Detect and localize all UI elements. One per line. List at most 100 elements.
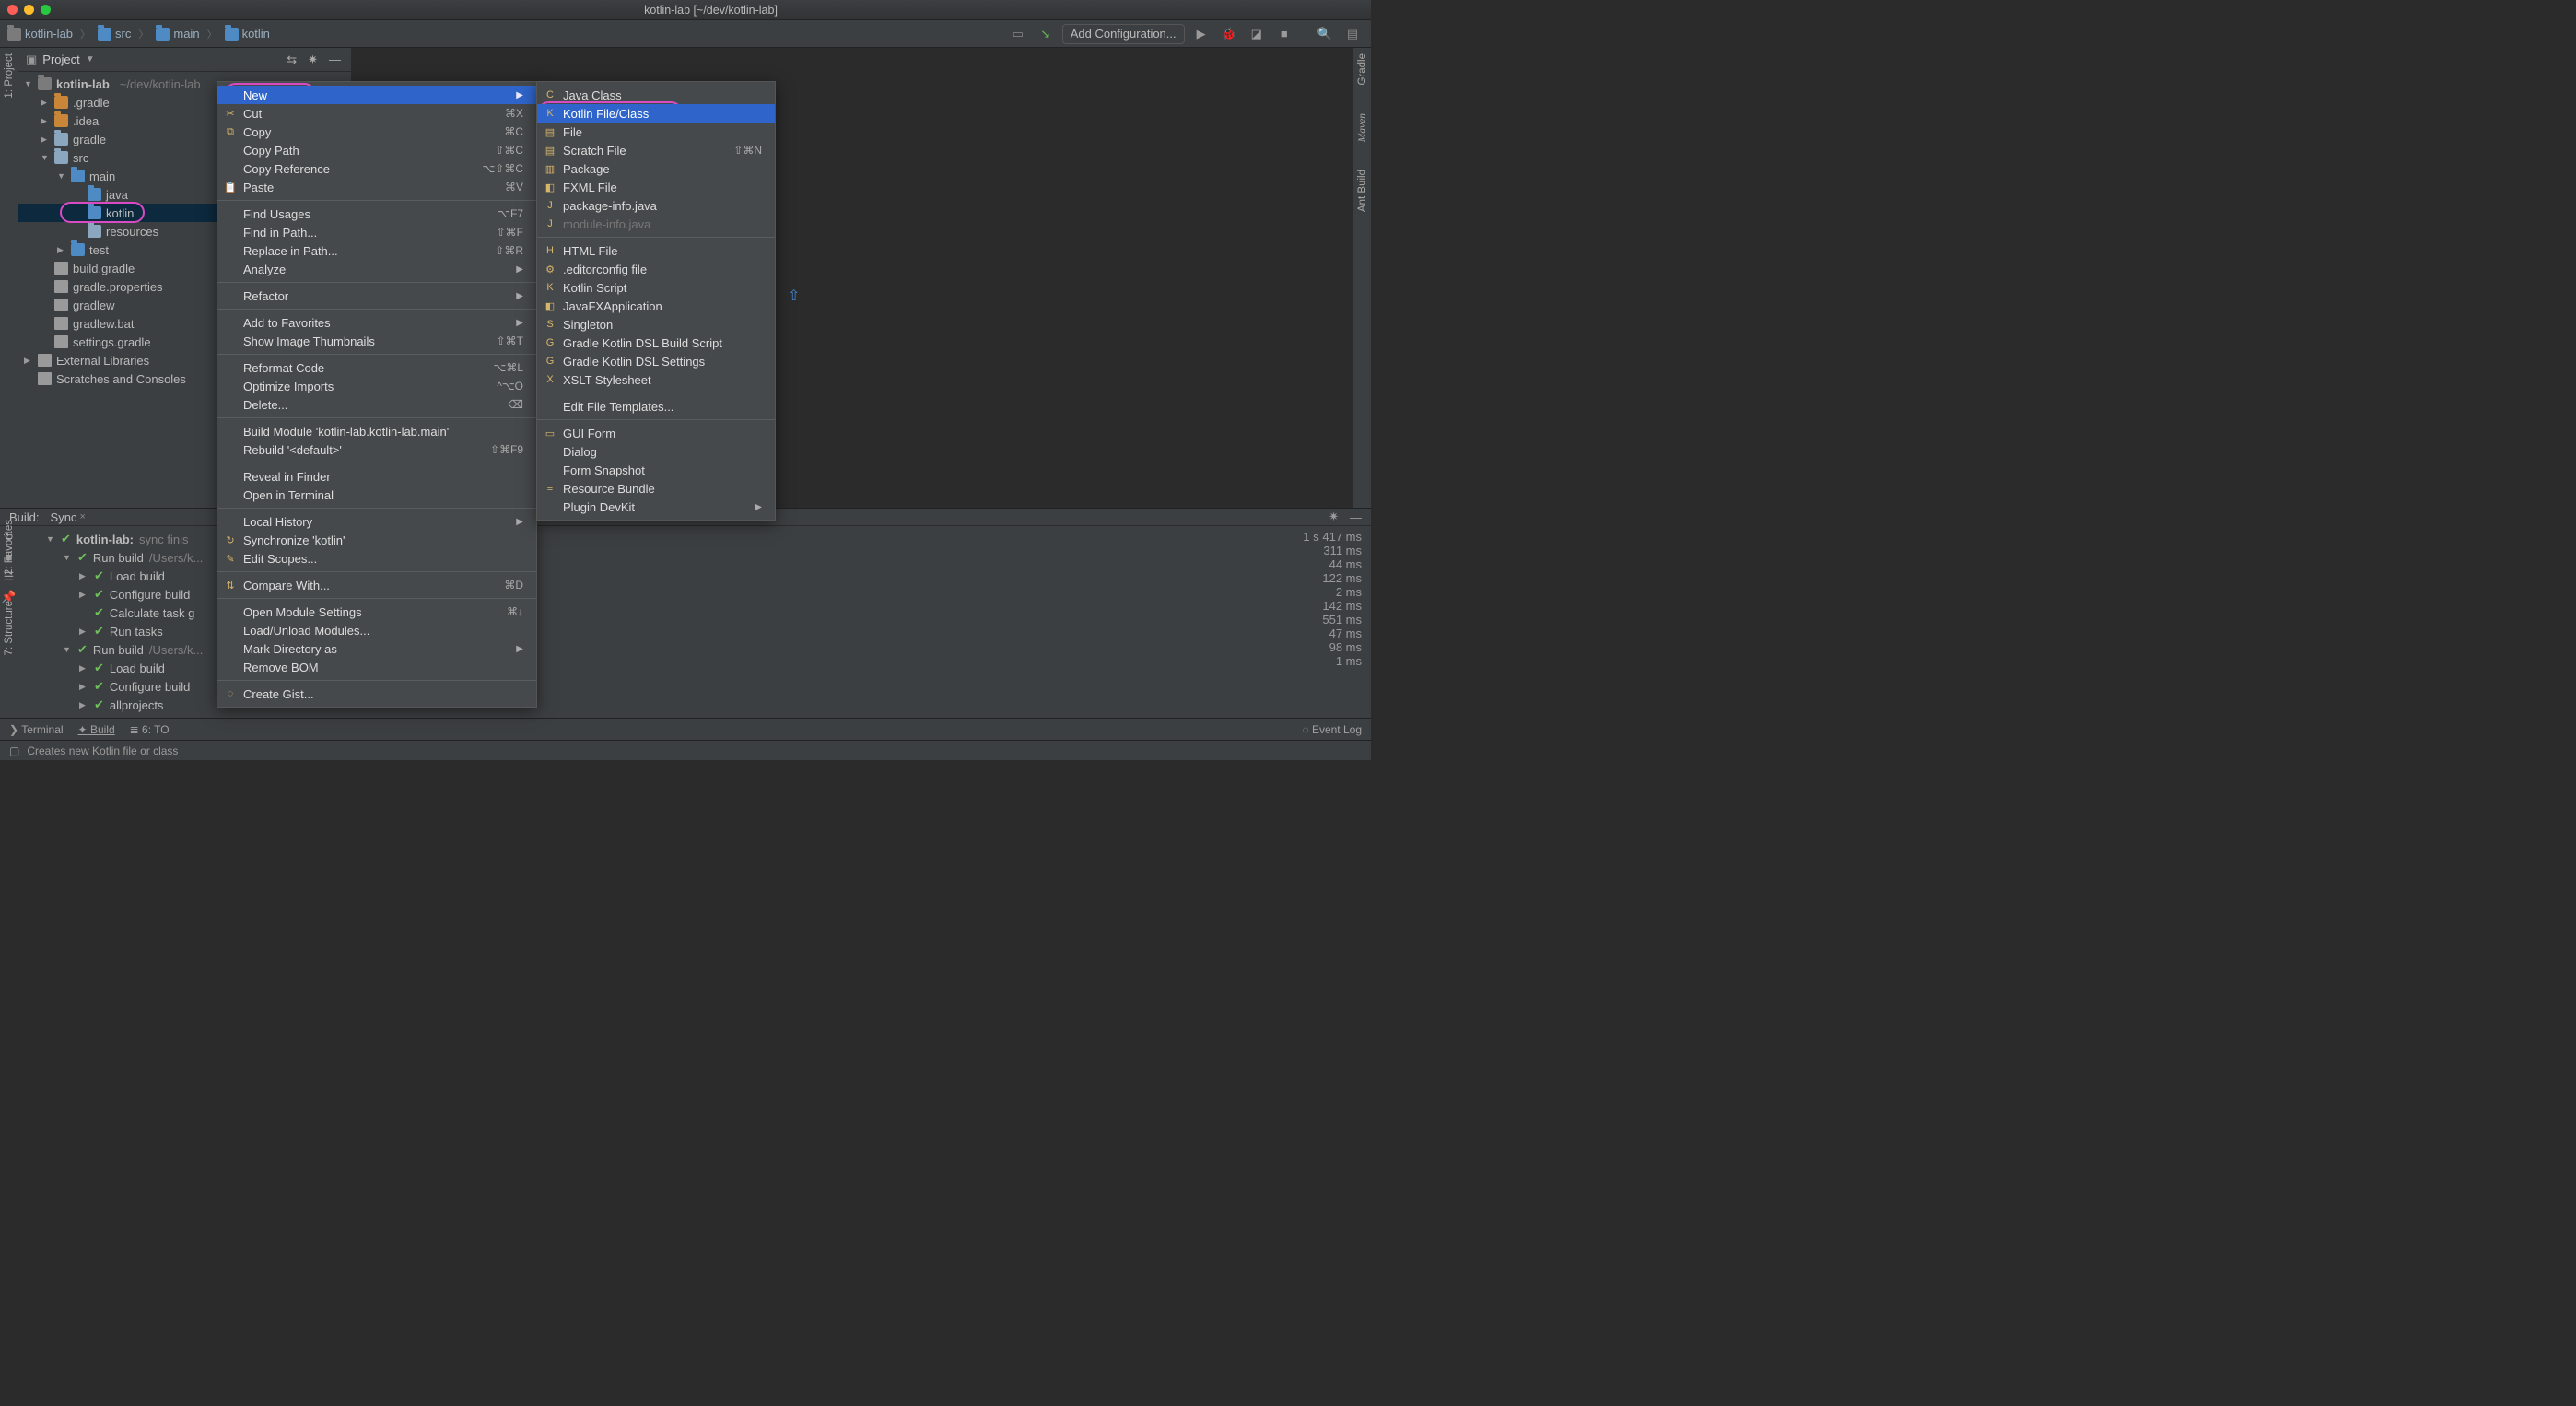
tab-structure[interactable]: 7: Structure: [4, 601, 15, 655]
menu-item[interactable]: Replace in Path...⇧⌘R: [217, 241, 536, 260]
breadcrumb-kotlin[interactable]: kotlin: [225, 27, 270, 41]
menu-item[interactable]: Delete...⌫: [217, 395, 536, 414]
menu-item[interactable]: ⚙.editorconfig file: [537, 260, 775, 278]
menu-item-icon: ▤: [543, 143, 557, 158]
menu-item[interactable]: KKotlin Script: [537, 278, 775, 297]
menu-item[interactable]: ◧FXML File: [537, 178, 775, 196]
menu-item[interactable]: Mark Directory as▶: [217, 639, 536, 658]
context-menu[interactable]: New▶✂Cut⌘X⧉Copy⌘CCopy Path⇧⌘CCopy Refere…: [217, 81, 537, 708]
menu-item[interactable]: HHTML File: [537, 241, 775, 260]
add-configuration-button[interactable]: Add Configuration...: [1062, 24, 1185, 44]
tool-window-icon[interactable]: ▢: [9, 744, 19, 757]
project-panel-title[interactable]: Project: [42, 53, 79, 66]
breadcrumb-src[interactable]: src: [98, 27, 131, 41]
menu-item[interactable]: New▶: [217, 86, 536, 104]
menu-item[interactable]: SSingleton: [537, 315, 775, 334]
menu-item-label: Reformat Code: [243, 361, 324, 375]
sync-tab[interactable]: Sync ×: [51, 510, 86, 524]
build-time: 2 ms: [1270, 585, 1362, 599]
tab-favorites[interactable]: 2: Favorites: [4, 520, 15, 575]
menu-item[interactable]: Rebuild '<default>'⇧⌘F9: [217, 440, 536, 459]
menu-item[interactable]: ▭GUI Form: [537, 424, 775, 442]
minimize-panel-icon[interactable]: —: [326, 53, 344, 66]
menu-item[interactable]: Plugin DevKit▶: [537, 498, 775, 516]
menu-item[interactable]: Form Snapshot: [537, 461, 775, 479]
tab-gradle[interactable]: Gradle: [1357, 53, 1368, 86]
breadcrumb-label: src: [115, 27, 131, 41]
chevron-down-icon[interactable]: ▼: [86, 54, 95, 64]
maximize-icon[interactable]: [41, 5, 51, 15]
menu-item[interactable]: ≡Resource Bundle: [537, 479, 775, 498]
menu-item[interactable]: Copy Reference⌥⇧⌘C: [217, 159, 536, 178]
menu-item[interactable]: Build Module 'kotlin-lab.kotlin-lab.main…: [217, 422, 536, 440]
menu-item[interactable]: Edit File Templates...: [537, 397, 775, 416]
minimize-icon[interactable]: [24, 5, 34, 15]
menu-item[interactable]: KKotlin File/Class: [537, 104, 775, 123]
debug-icon[interactable]: 🐞: [1218, 24, 1240, 44]
menu-item[interactable]: Open Module Settings⌘↓: [217, 603, 536, 621]
menu-item[interactable]: Load/Unload Modules...: [217, 621, 536, 639]
run-icon[interactable]: ▶: [1190, 24, 1212, 44]
tab-maven[interactable]: Maven: [1357, 113, 1368, 142]
menu-item[interactable]: Reveal in Finder: [217, 467, 536, 486]
chevron-right-icon: ▶: [479, 517, 523, 527]
menu-item[interactable]: Remove BOM: [217, 658, 536, 676]
menu-item[interactable]: XXSLT Stylesheet: [537, 370, 775, 389]
terminal-tab[interactable]: ❯ Terminal: [9, 723, 64, 736]
tab-project[interactable]: 1: Project: [4, 53, 15, 99]
close-icon[interactable]: ×: [79, 511, 85, 522]
menu-item[interactable]: ▤Scratch File⇧⌘N: [537, 141, 775, 159]
build-time: 47 ms: [1270, 627, 1362, 640]
build-output-tree[interactable]: ▼✔ kotlin-lab: sync finis ▼✔ Run build /…: [18, 526, 1260, 718]
menu-item[interactable]: Refactor▶: [217, 287, 536, 305]
menu-item[interactable]: ▤File: [537, 123, 775, 141]
menu-item[interactable]: ↻Synchronize 'kotlin': [217, 531, 536, 549]
menu-item[interactable]: Add to Favorites▶: [217, 313, 536, 332]
menu-item[interactable]: Local History▶: [217, 512, 536, 531]
menu-item[interactable]: ◌Create Gist...: [217, 685, 536, 703]
gear-icon[interactable]: ✷: [305, 53, 321, 67]
menu-item[interactable]: Optimize Imports^⌥O: [217, 377, 536, 395]
menu-item[interactable]: ⇅Compare With...⌘D: [217, 576, 536, 594]
event-log-tab[interactable]: ◌ Event Log: [1302, 723, 1362, 736]
menu-item[interactable]: GGradle Kotlin DSL Settings: [537, 352, 775, 370]
menu-item[interactable]: Find in Path...⇧⌘F: [217, 223, 536, 241]
new-submenu[interactable]: CJava ClassKKotlin File/Class▤File▤Scrat…: [536, 81, 776, 521]
menu-item[interactable]: GGradle Kotlin DSL Build Script: [537, 334, 775, 352]
build-tab[interactable]: ✦ Build: [78, 723, 115, 736]
menu-item[interactable]: CJava Class: [537, 86, 775, 104]
menu-item[interactable]: Open in Terminal: [217, 486, 536, 504]
menu-item[interactable]: Show Image Thumbnails⇧⌘T: [217, 332, 536, 350]
menu-item[interactable]: Copy Path⇧⌘C: [217, 141, 536, 159]
menu-item[interactable]: 📋Paste⌘V: [217, 178, 536, 196]
folder-icon: [54, 114, 68, 127]
coverage-icon[interactable]: ◪: [1246, 24, 1268, 44]
breadcrumb-root[interactable]: kotlin-lab: [7, 27, 73, 41]
menu-item[interactable]: ✂Cut⌘X: [217, 104, 536, 123]
menu-item-label: Build Module 'kotlin-lab.kotlin-lab.main…: [243, 425, 449, 439]
minimize-panel-icon[interactable]: —: [1350, 510, 1362, 524]
search-everywhere-icon[interactable]: 🔍: [1314, 24, 1336, 44]
view-mode-icon[interactable]: ▣: [26, 53, 37, 67]
close-icon[interactable]: [7, 5, 18, 15]
tab-ant[interactable]: Ant Build: [1357, 170, 1368, 212]
breadcrumb-main[interactable]: main: [156, 27, 199, 41]
menu-item[interactable]: Jpackage-info.java: [537, 196, 775, 215]
collapse-icon[interactable]: ⇆: [284, 53, 299, 67]
menu-item[interactable]: Find Usages⌥F7: [217, 205, 536, 223]
menu-item[interactable]: ✎Edit Scopes...: [217, 549, 536, 568]
todo-label: 6: TO: [142, 723, 170, 736]
stop-icon[interactable]: ■: [1273, 24, 1295, 44]
menu-item-label: Dialog: [563, 445, 597, 459]
menu-item[interactable]: Reformat Code⌥⌘L: [217, 358, 536, 377]
menu-item[interactable]: Analyze▶: [217, 260, 536, 278]
todo-tab[interactable]: ≣ 6: TO: [130, 723, 170, 736]
gear-icon[interactable]: ✷: [1329, 510, 1339, 524]
toggle-view-icon[interactable]: ▭: [1007, 24, 1029, 44]
ide-settings-icon[interactable]: ▤: [1341, 24, 1364, 44]
menu-item[interactable]: ⧉Copy⌘C: [217, 123, 536, 141]
build-hammer-icon[interactable]: ↘: [1035, 24, 1057, 44]
menu-item[interactable]: ▥Package: [537, 159, 775, 178]
menu-item[interactable]: ◧JavaFXApplication: [537, 297, 775, 315]
menu-item[interactable]: Dialog: [537, 442, 775, 461]
